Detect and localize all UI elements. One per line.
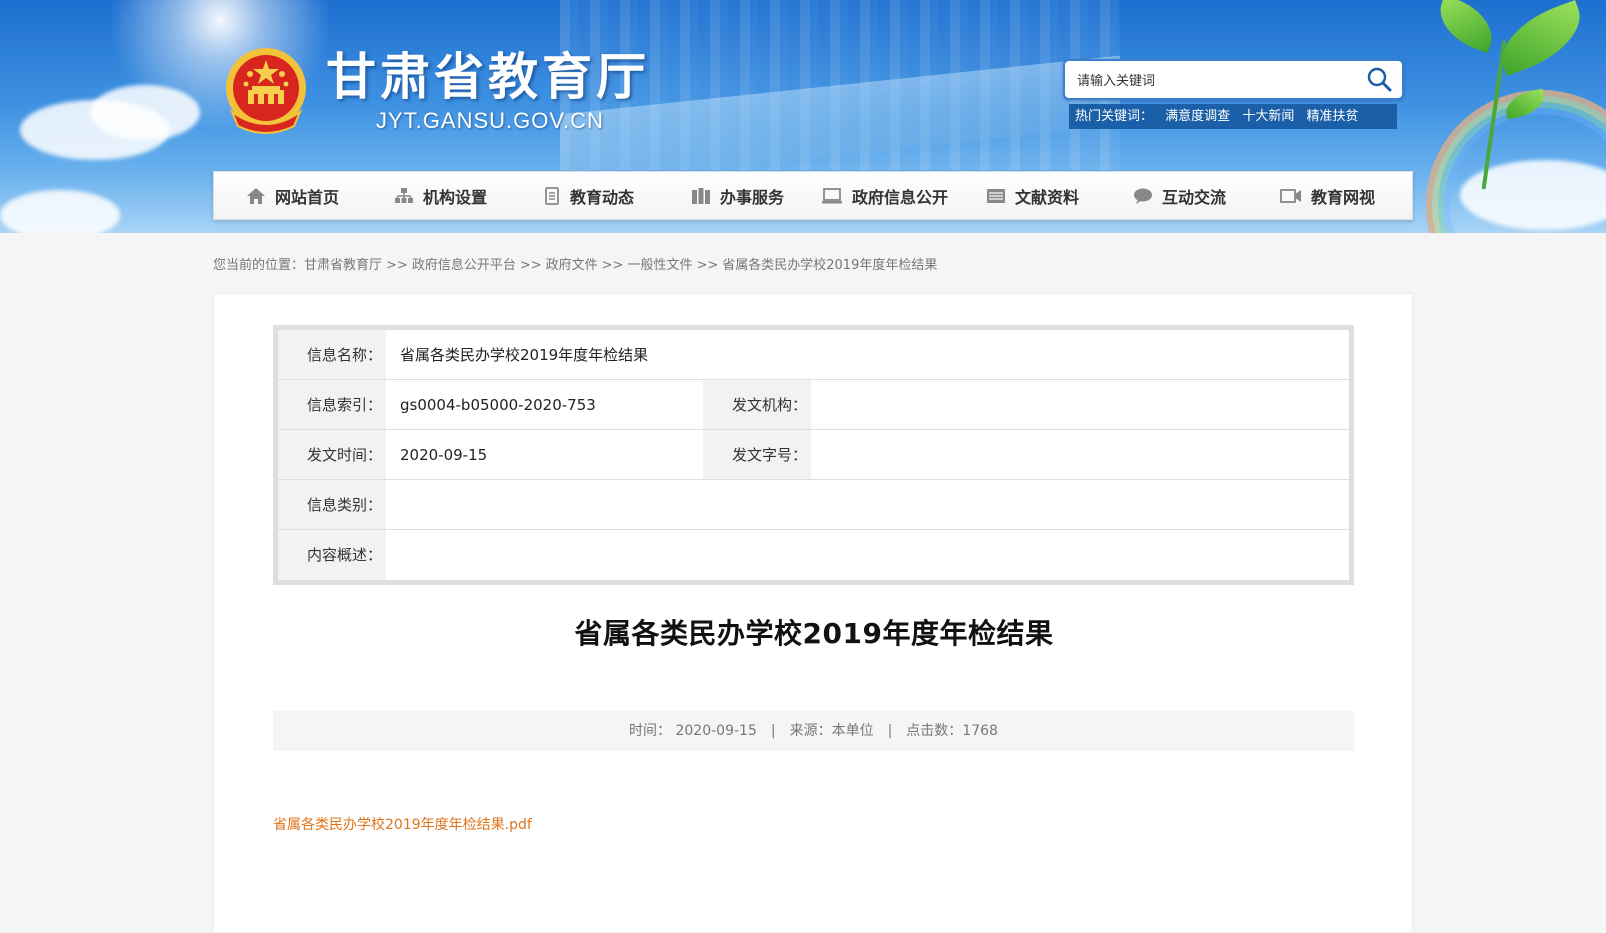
chat-icon bbox=[1134, 188, 1152, 204]
info-label: 发文字号： bbox=[703, 430, 811, 479]
info-table: 信息名称： 省属各类民办学校2019年度年检结果 信息索引： gs0004-b0… bbox=[273, 325, 1354, 585]
nav-item-label: 教育网视 bbox=[1311, 187, 1376, 207]
nav-item-archive[interactable]: 文献资料 bbox=[986, 172, 1079, 219]
hot-keyword[interactable]: 精准扶贫 bbox=[1306, 109, 1358, 124]
attachment-link[interactable]: 省属各类民办学校2019年度年检结果.pdf bbox=[273, 814, 532, 834]
breadcrumb-link[interactable]: 政府文件 bbox=[546, 258, 598, 273]
national-emblem-icon bbox=[226, 48, 306, 134]
cloud bbox=[0, 190, 120, 233]
cloud bbox=[90, 85, 200, 140]
nav-item-label: 互动交流 bbox=[1162, 187, 1227, 207]
info-value bbox=[386, 530, 1349, 580]
hot-keywords-bar: 热门关键词： 满意度调查 十大新闻 精准扶贫 bbox=[1069, 104, 1397, 129]
hot-keyword[interactable]: 十大新闻 bbox=[1242, 109, 1294, 124]
meta-clicks: 点击数：1768 bbox=[906, 723, 998, 739]
meta-time: 时间： 2020-09-15 bbox=[629, 723, 757, 739]
info-value: gs0004-b05000-2020-753 bbox=[400, 396, 596, 414]
nav-item-services[interactable]: 办事服务 bbox=[691, 172, 784, 219]
search-input[interactable] bbox=[1075, 68, 1349, 94]
leaf bbox=[1490, 0, 1592, 76]
nav-item-video[interactable]: 教育网视 bbox=[1280, 172, 1375, 219]
home-icon bbox=[247, 187, 265, 204]
info-label: 内容概述： bbox=[278, 530, 386, 580]
leaf bbox=[1430, 0, 1502, 54]
breadcrumb-link[interactable]: 政府信息公开平台 bbox=[412, 258, 516, 273]
hot-keywords-label: 热门关键词： bbox=[1075, 109, 1154, 124]
breadcrumb-current[interactable]: 省属各类民办学校2019年度年检结果 bbox=[722, 258, 937, 273]
info-value bbox=[811, 380, 1349, 429]
breadcrumb-separator: >> bbox=[386, 258, 408, 273]
info-row-summary: 内容概述： bbox=[278, 530, 1349, 580]
info-value: 2020-09-15 bbox=[400, 446, 488, 464]
nav-item-label: 办事服务 bbox=[720, 187, 785, 207]
services-icon bbox=[692, 187, 710, 204]
info-value bbox=[811, 430, 1349, 479]
info-label: 发文时间： bbox=[278, 430, 386, 479]
info-row-index: 信息索引： gs0004-b05000-2020-753 发文机构： bbox=[278, 380, 1349, 430]
search-box bbox=[1063, 59, 1404, 100]
breadcrumb-link[interactable]: 甘肃省教育厅 bbox=[304, 258, 382, 273]
document-icon bbox=[545, 186, 559, 205]
content-panel: 信息名称： 省属各类民办学校2019年度年检结果 信息索引： gs0004-b0… bbox=[213, 293, 1413, 933]
monitor-icon bbox=[822, 187, 842, 203]
nav-item-gov-info[interactable]: 政府信息公开 bbox=[821, 172, 948, 219]
site-domain: JYT.GANSU.GOV.CN bbox=[376, 108, 604, 133]
breadcrumb-prefix: 您当前的位置： bbox=[213, 258, 305, 273]
nav-item-label: 政府信息公开 bbox=[852, 187, 949, 207]
info-row-date: 发文时间： 2020-09-15 发文字号： bbox=[278, 430, 1349, 480]
nav-item-home[interactable]: 网站首页 bbox=[246, 172, 339, 219]
nav-item-label: 网站首页 bbox=[275, 187, 340, 207]
info-label: 信息索引： bbox=[278, 380, 386, 429]
archive-icon bbox=[987, 188, 1005, 203]
hot-keyword[interactable]: 满意度调查 bbox=[1165, 109, 1230, 124]
nav-item-interaction[interactable]: 互动交流 bbox=[1133, 172, 1226, 219]
breadcrumb-separator: >> bbox=[601, 258, 624, 273]
breadcrumb: 您当前的位置：甘肃省教育厅 >> 政府信息公开平台 >> 政府文件 >> 一般性文件 >> 省属… bbox=[213, 254, 937, 273]
org-chart-icon bbox=[395, 187, 413, 203]
info-label: 信息类别： bbox=[278, 480, 386, 529]
nav-item-organization[interactable]: 机构设置 bbox=[394, 172, 487, 219]
meta-separator: | bbox=[887, 723, 893, 739]
info-row-category: 信息类别： bbox=[278, 480, 1349, 530]
nav-item-label: 机构设置 bbox=[423, 187, 488, 207]
nav-item-label: 文献资料 bbox=[1015, 187, 1080, 207]
info-label: 信息名称： bbox=[278, 330, 386, 379]
nav-item-label: 教育动态 bbox=[570, 187, 635, 207]
main-nav: 网站首页 机构设置 教育动态 办事服务 政府信息公开 文献资料 互动交流 教育网… bbox=[213, 171, 1413, 220]
video-icon bbox=[1280, 188, 1301, 203]
breadcrumb-link[interactable]: 一般性文件 bbox=[627, 258, 692, 273]
info-value: 省属各类民办学校2019年度年检结果 bbox=[400, 346, 649, 364]
info-row-name: 信息名称： 省属各类民办学校2019年度年检结果 bbox=[278, 330, 1349, 380]
nav-item-news[interactable]: 教育动态 bbox=[543, 172, 634, 219]
info-value bbox=[386, 480, 1349, 529]
search-icon[interactable] bbox=[1364, 65, 1394, 95]
meta-separator: | bbox=[770, 723, 776, 739]
breadcrumb-separator: >> bbox=[519, 258, 542, 273]
meta-source: 来源：本单位 bbox=[789, 723, 874, 739]
site-title: 甘肃省教育厅 bbox=[326, 48, 650, 106]
info-label: 发文机构： bbox=[703, 380, 811, 429]
article-meta-bar: 时间： 2020-09-15 | 来源：本单位 | 点击数：1768 bbox=[273, 711, 1354, 751]
breadcrumb-separator: >> bbox=[696, 258, 719, 273]
article-title: 省属各类民办学校2019年度年检结果 bbox=[574, 617, 1054, 650]
